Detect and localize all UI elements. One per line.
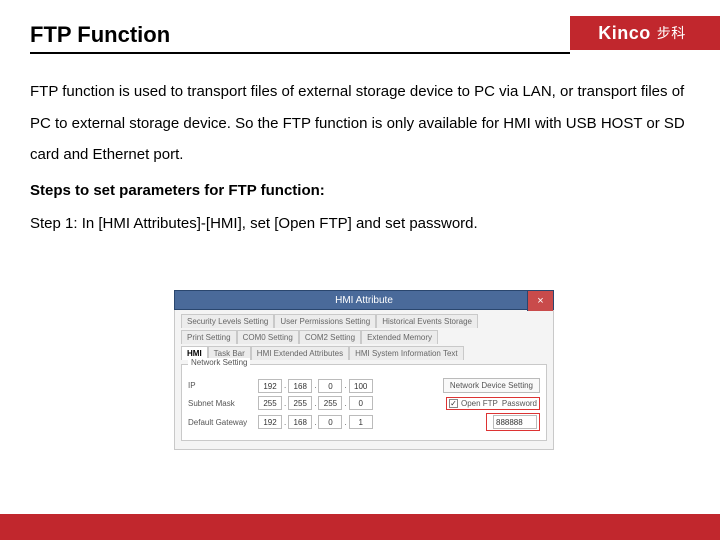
tab-historical-events[interactable]: Historical Events Storage <box>376 314 478 328</box>
dialog-title: HMI Attribute <box>335 295 393 306</box>
subnet-oct-2[interactable]: 255 <box>288 396 312 410</box>
title-divider <box>30 52 570 54</box>
ip-oct-3[interactable]: 0 <box>318 379 342 393</box>
tab-com2-setting[interactable]: COM2 Setting <box>299 330 361 344</box>
footer-band <box>0 514 720 540</box>
gw-oct-4[interactable]: 1 <box>349 415 373 429</box>
close-icon: × <box>537 295 543 307</box>
network-device-setting-button[interactable]: Network Device Setting <box>443 378 540 393</box>
row-subnet: Subnet Mask 255. 255. 255. 0 ✓ Open FTP … <box>188 396 540 410</box>
group-label: Network Setting <box>188 358 250 367</box>
network-setting-group: Network Setting IP 192. 168. 0. 100 Netw… <box>181 364 547 441</box>
password-label: Password <box>502 399 537 408</box>
tab-security-levels[interactable]: Security Levels Setting <box>181 314 274 328</box>
body-content: FTP function is used to transport files … <box>30 76 690 240</box>
tab-row-2: Print Setting COM0 Setting COM2 Setting … <box>181 330 547 344</box>
dialog-titlebar: HMI Attribute × <box>174 290 554 310</box>
ip-oct-2[interactable]: 168 <box>288 379 312 393</box>
row-gateway: Default Gateway 192. 168. 0. 1 888888 <box>188 413 540 431</box>
brand-name: Kinco <box>598 23 651 44</box>
gw-oct-1[interactable]: 192 <box>258 415 282 429</box>
ftp-password-field[interactable]: 888888 <box>493 415 537 429</box>
tab-print-setting[interactable]: Print Setting <box>181 330 237 344</box>
open-ftp-highlight: ✓ Open FTP Password <box>446 397 540 410</box>
tab-row-1: Security Levels Setting User Permissions… <box>181 314 547 328</box>
subnet-oct-4[interactable]: 0 <box>349 396 373 410</box>
ip-oct-1[interactable]: 192 <box>258 379 282 393</box>
brand-cjk: 步科 <box>657 23 686 43</box>
page-title: FTP Function <box>30 22 170 48</box>
subnet-oct-3[interactable]: 255 <box>318 396 342 410</box>
tab-hmi-system-info[interactable]: HMI System Information Text <box>349 346 464 360</box>
step-1: Step 1: In [HMI Attributes]-[HMI], set [… <box>30 208 690 240</box>
gw-oct-3[interactable]: 0 <box>318 415 342 429</box>
row-ip: IP 192. 168. 0. 100 Network Device Setti… <box>188 378 540 393</box>
hmi-attribute-dialog: HMI Attribute × Security Levels Setting … <box>174 290 554 450</box>
tab-com0-setting[interactable]: COM0 Setting <box>237 330 299 344</box>
tab-hmi-extended-attributes[interactable]: HMI Extended Attributes <box>251 346 349 360</box>
tab-extended-memory[interactable]: Extended Memory <box>361 330 438 344</box>
subnet-oct-1[interactable]: 255 <box>258 396 282 410</box>
gateway-label: Default Gateway <box>188 418 258 427</box>
open-ftp-checkbox[interactable]: ✓ <box>449 399 458 408</box>
ip-oct-4[interactable]: 100 <box>349 379 373 393</box>
password-highlight: 888888 <box>486 413 540 431</box>
open-ftp-label: Open FTP <box>461 399 498 408</box>
steps-heading: Steps to set parameters for FTP function… <box>30 175 690 207</box>
tab-user-permissions[interactable]: User Permissions Setting <box>274 314 376 328</box>
close-button[interactable]: × <box>527 291 553 311</box>
dialog-body: Security Levels Setting User Permissions… <box>174 310 554 450</box>
ip-label: IP <box>188 381 258 390</box>
subnet-label: Subnet Mask <box>188 399 258 408</box>
intro-paragraph: FTP function is used to transport files … <box>30 76 690 171</box>
brand-banner: Kinco 步科 <box>570 16 720 50</box>
gw-oct-2[interactable]: 168 <box>288 415 312 429</box>
